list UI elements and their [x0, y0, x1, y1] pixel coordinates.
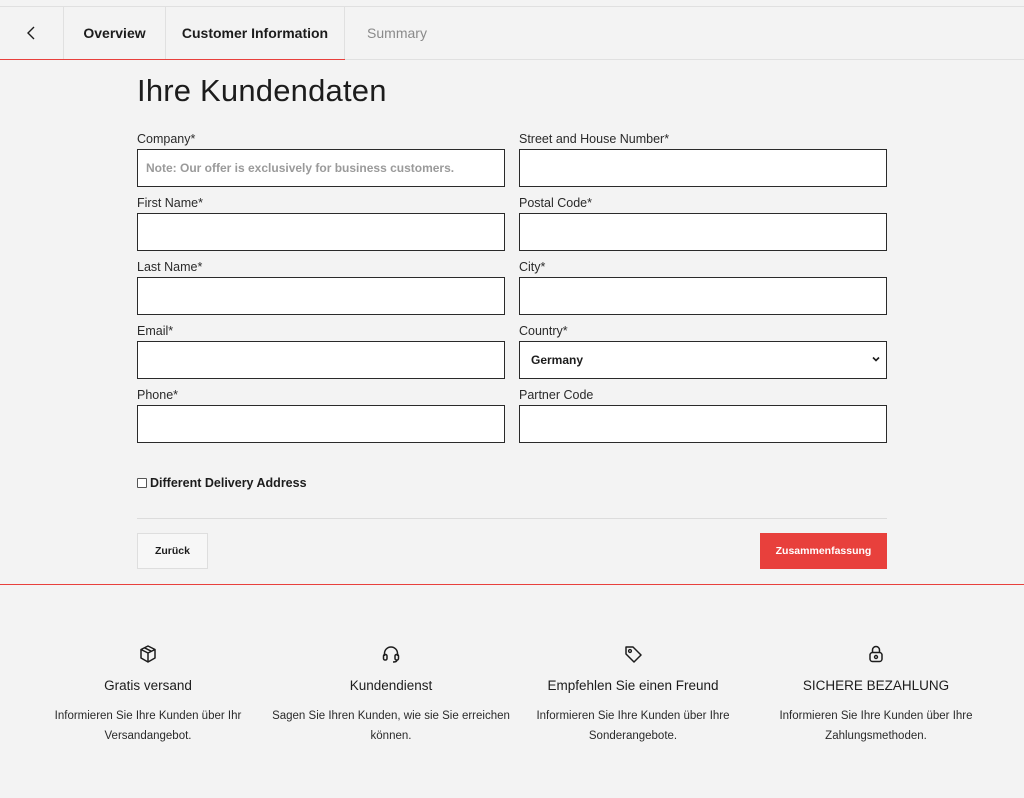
feature-text: Sagen Sie Ihren Kunden, wie sie Sie erre…	[272, 710, 510, 742]
feature-title: Empfehlen Sie einen Freund	[547, 678, 719, 693]
email-field-group: Email*	[137, 323, 505, 379]
city-input[interactable]	[519, 277, 887, 315]
different-delivery-label[interactable]: Different Delivery Address	[150, 476, 307, 490]
feature-text: Informieren Sie Ihre Kunden über Ihre So…	[536, 710, 730, 742]
page-title: Ihre Kundendaten	[137, 73, 387, 108]
active-step-indicator	[0, 59, 345, 60]
different-delivery-checkbox-row[interactable]: Different Delivery Address	[137, 476, 307, 490]
back-button[interactable]: Zurück	[137, 533, 208, 569]
feature-refer-friend: Empfehlen Sie einen Freund Informieren S…	[513, 643, 753, 746]
last-name-input[interactable]	[137, 277, 505, 315]
footer-divider	[0, 584, 1024, 585]
street-input[interactable]	[519, 149, 887, 187]
partner-code-input[interactable]	[519, 405, 887, 443]
company-field-group: Company*	[137, 131, 505, 187]
street-field-group: Street and House Number*	[519, 131, 887, 187]
first-name-field-group: First Name*	[137, 195, 505, 251]
partner-code-field-group: Partner Code	[519, 387, 887, 443]
email-input[interactable]	[137, 341, 505, 379]
first-name-label: First Name*	[137, 196, 203, 210]
company-label: Company*	[137, 132, 196, 146]
postal-code-input[interactable]	[519, 213, 887, 251]
feature-title: Kundendienst	[349, 678, 433, 693]
company-input[interactable]	[137, 149, 505, 187]
phone-field-group: Phone*	[137, 387, 505, 443]
last-name-field-group: Last Name*	[137, 259, 505, 315]
city-field-group: City*	[519, 259, 887, 315]
phone-label: Phone*	[137, 388, 179, 402]
feature-text: Informieren Sie Ihre Kunden über Ihre Za…	[779, 710, 973, 742]
email-label: Email*	[137, 324, 174, 338]
headset-icon	[382, 646, 400, 663]
country-field-group: Country* Germany	[519, 323, 887, 379]
feature-text: Informieren Sie Ihre Kunden über Ihr Ver…	[54, 710, 242, 742]
summary-button[interactable]: Zusammenfassung	[760, 533, 887, 569]
city-label: City*	[519, 260, 546, 274]
street-label: Street and House Number*	[519, 132, 670, 146]
partner-code-label: Partner Code	[519, 388, 594, 402]
postal-code-label: Postal Code*	[519, 196, 592, 210]
tab-overview[interactable]: Overview	[64, 7, 166, 59]
tab-summary[interactable]: Summary	[345, 7, 449, 59]
feature-secure-payment: SICHERE BEZAHLUNG Informieren Sie Ihre K…	[756, 643, 996, 746]
phone-input[interactable]	[137, 405, 505, 443]
box-icon	[140, 645, 156, 663]
feature-title: SICHERE BEZAHLUNG	[802, 678, 950, 693]
different-delivery-checkbox[interactable]	[137, 478, 147, 488]
chevron-left-icon	[26, 26, 34, 40]
country-select[interactable]: Germany	[519, 341, 887, 379]
first-name-input[interactable]	[137, 213, 505, 251]
form-divider	[137, 518, 887, 519]
postal-code-field-group: Postal Code*	[519, 195, 887, 251]
country-label: Country*	[519, 324, 568, 338]
feature-shipping: Gratis versand Informieren Sie Ihre Kund…	[28, 643, 268, 746]
back-nav-button[interactable]	[0, 7, 64, 59]
tab-customer-information[interactable]: Customer Information	[166, 7, 345, 59]
last-name-label: Last Name*	[137, 260, 203, 274]
step-navigation: Overview Customer Information Summary	[0, 6, 1024, 60]
lock-icon	[869, 645, 883, 663]
feature-customer-service: Kundendienst Sagen Sie Ihren Kunden, wie…	[271, 643, 511, 746]
tag-icon	[625, 646, 642, 663]
feature-title: Gratis versand	[104, 678, 192, 693]
